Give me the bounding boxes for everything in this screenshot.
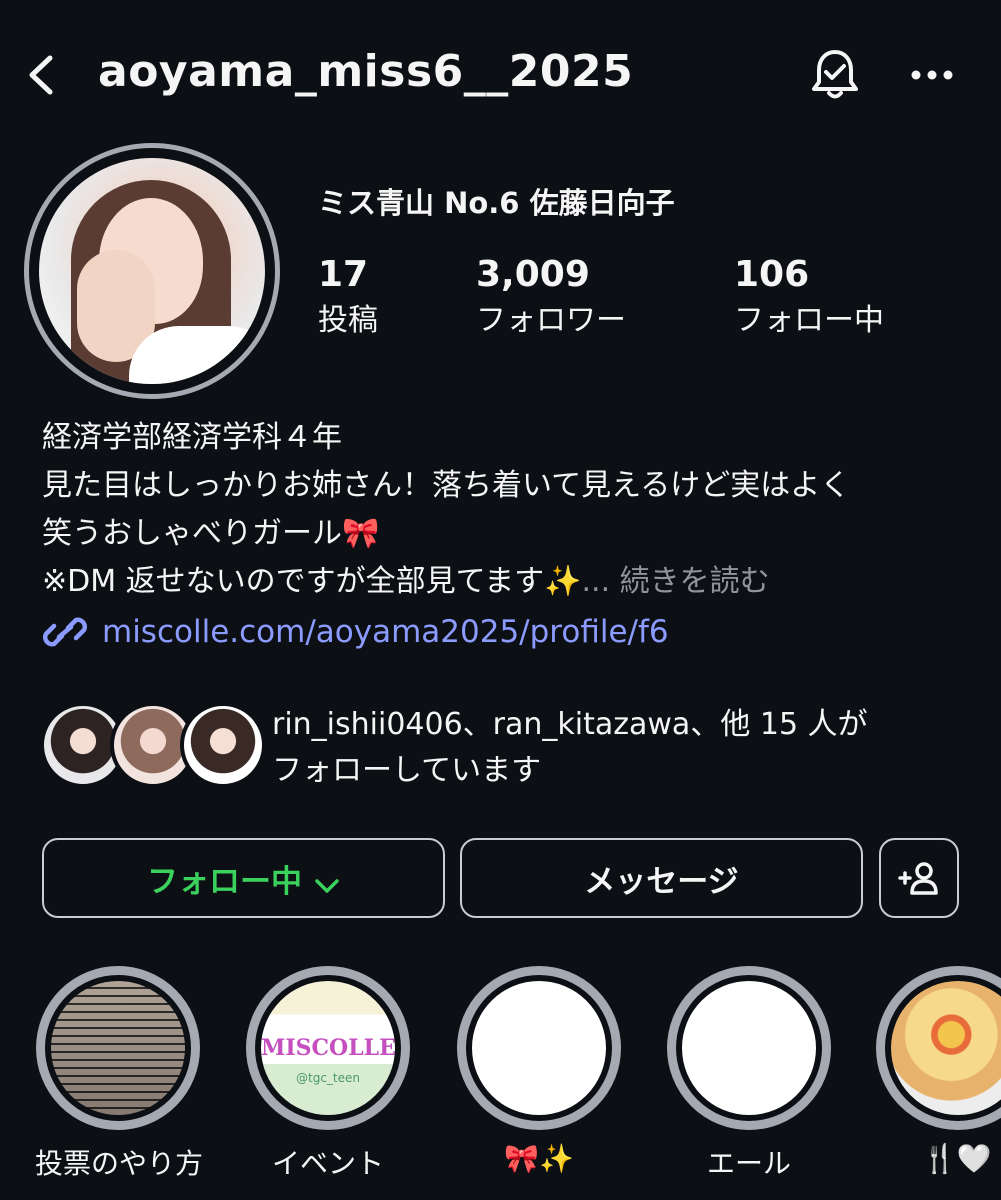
stat-value: 3,009 <box>476 254 590 295</box>
stat-followers[interactable]: 3,009 フォロワー <box>476 254 626 339</box>
cover-handle-text: @tgc_teen <box>296 1071 360 1085</box>
stat-label: フォロワー <box>476 303 626 338</box>
followed-by-line: rin_ishii0406、ran_kitazawa、他 15 人が <box>272 707 868 742</box>
suggested-users-button[interactable] <box>879 838 959 918</box>
stat-posts[interactable]: 17 投稿 <box>318 254 378 339</box>
bell-check-icon[interactable] <box>806 46 864 104</box>
cover-logo-text: MISCOLLE <box>261 1035 395 1061</box>
display-name: ミス青山 No.6 佐藤日向子 <box>318 186 675 220</box>
bio: 経済学部経済学科４年 見た目はしっかりお姉さん！落ち着いて見えるけど実はよく 笑… <box>42 414 972 606</box>
profile-username: aoyama_miss6__2025 <box>98 46 634 97</box>
bio-line: 見た目はしっかりお姉さん！落ち着いて見えるけど実はよく <box>42 468 851 503</box>
highlight-label: エール <box>706 1147 791 1180</box>
stat-value: 106 <box>734 254 810 295</box>
highlight-ribbon[interactable]: 🎀✨ <box>456 966 622 1175</box>
highlight-cover <box>51 981 185 1115</box>
followed-by[interactable]: rin_ishii0406、ran_kitazawa、他 15 人が フォローし… <box>40 702 980 792</box>
avatar <box>180 702 266 788</box>
profile-avatar[interactable] <box>24 143 280 399</box>
profile-link[interactable]: miscolle.com/aoyama2025/profile/f6 <box>42 612 669 652</box>
bio-line: ※DM 返せないのですが全部見てます✨... 続きを読む <box>42 558 972 606</box>
following-button-label: フォロー中 <box>147 863 302 900</box>
highlight-yell[interactable]: エール <box>666 966 832 1182</box>
highlight-label: 🍴🤍 <box>922 1142 992 1175</box>
bio-line: 笑うおしゃべりガール🎀 <box>42 516 380 551</box>
highlight-label: 🎀✨ <box>504 1142 574 1175</box>
highlight-cover <box>682 981 816 1115</box>
stat-label: 投稿 <box>318 303 378 338</box>
highlight-event[interactable]: MISCOLLE @tgc_teen イベント <box>245 966 411 1182</box>
followed-by-line: フォローしています <box>272 753 542 788</box>
stat-value: 17 <box>318 254 369 295</box>
back-icon[interactable] <box>18 50 68 100</box>
bio-line-text: ※DM 返せないのですが全部見てます✨ <box>42 564 582 599</box>
following-button[interactable]: フォロー中 <box>42 838 445 918</box>
link-text[interactable]: miscolle.com/aoyama2025/profile/f6 <box>102 614 669 650</box>
read-more-link[interactable]: ... 続きを読む <box>582 564 770 599</box>
more-icon[interactable] <box>902 50 962 100</box>
message-button[interactable]: メッセージ <box>460 838 863 918</box>
highlight-cover <box>472 981 606 1115</box>
followed-by-text: rin_ishii0406、ran_kitazawa、他 15 人が フォローし… <box>272 702 868 794</box>
avatar-photo <box>39 158 265 384</box>
highlight-cover <box>891 981 1001 1115</box>
highlight-label: イベント <box>271 1147 384 1180</box>
add-user-icon <box>897 859 941 897</box>
link-icon <box>42 612 88 652</box>
highlight-voting[interactable]: 投票のやり方 <box>35 966 204 1182</box>
bio-line: 経済学部経済学科４年 <box>42 420 342 455</box>
stat-label: フォロー中 <box>734 303 884 338</box>
highlight-food[interactable]: 🍴🤍 <box>876 966 1001 1175</box>
stat-following[interactable]: 106 フォロー中 <box>734 254 884 339</box>
chevron-down-icon <box>314 868 340 893</box>
message-button-label: メッセージ <box>584 863 739 900</box>
highlight-label: 投票のやり方 <box>35 1147 204 1180</box>
highlight-cover: MISCOLLE @tgc_teen <box>261 981 395 1115</box>
